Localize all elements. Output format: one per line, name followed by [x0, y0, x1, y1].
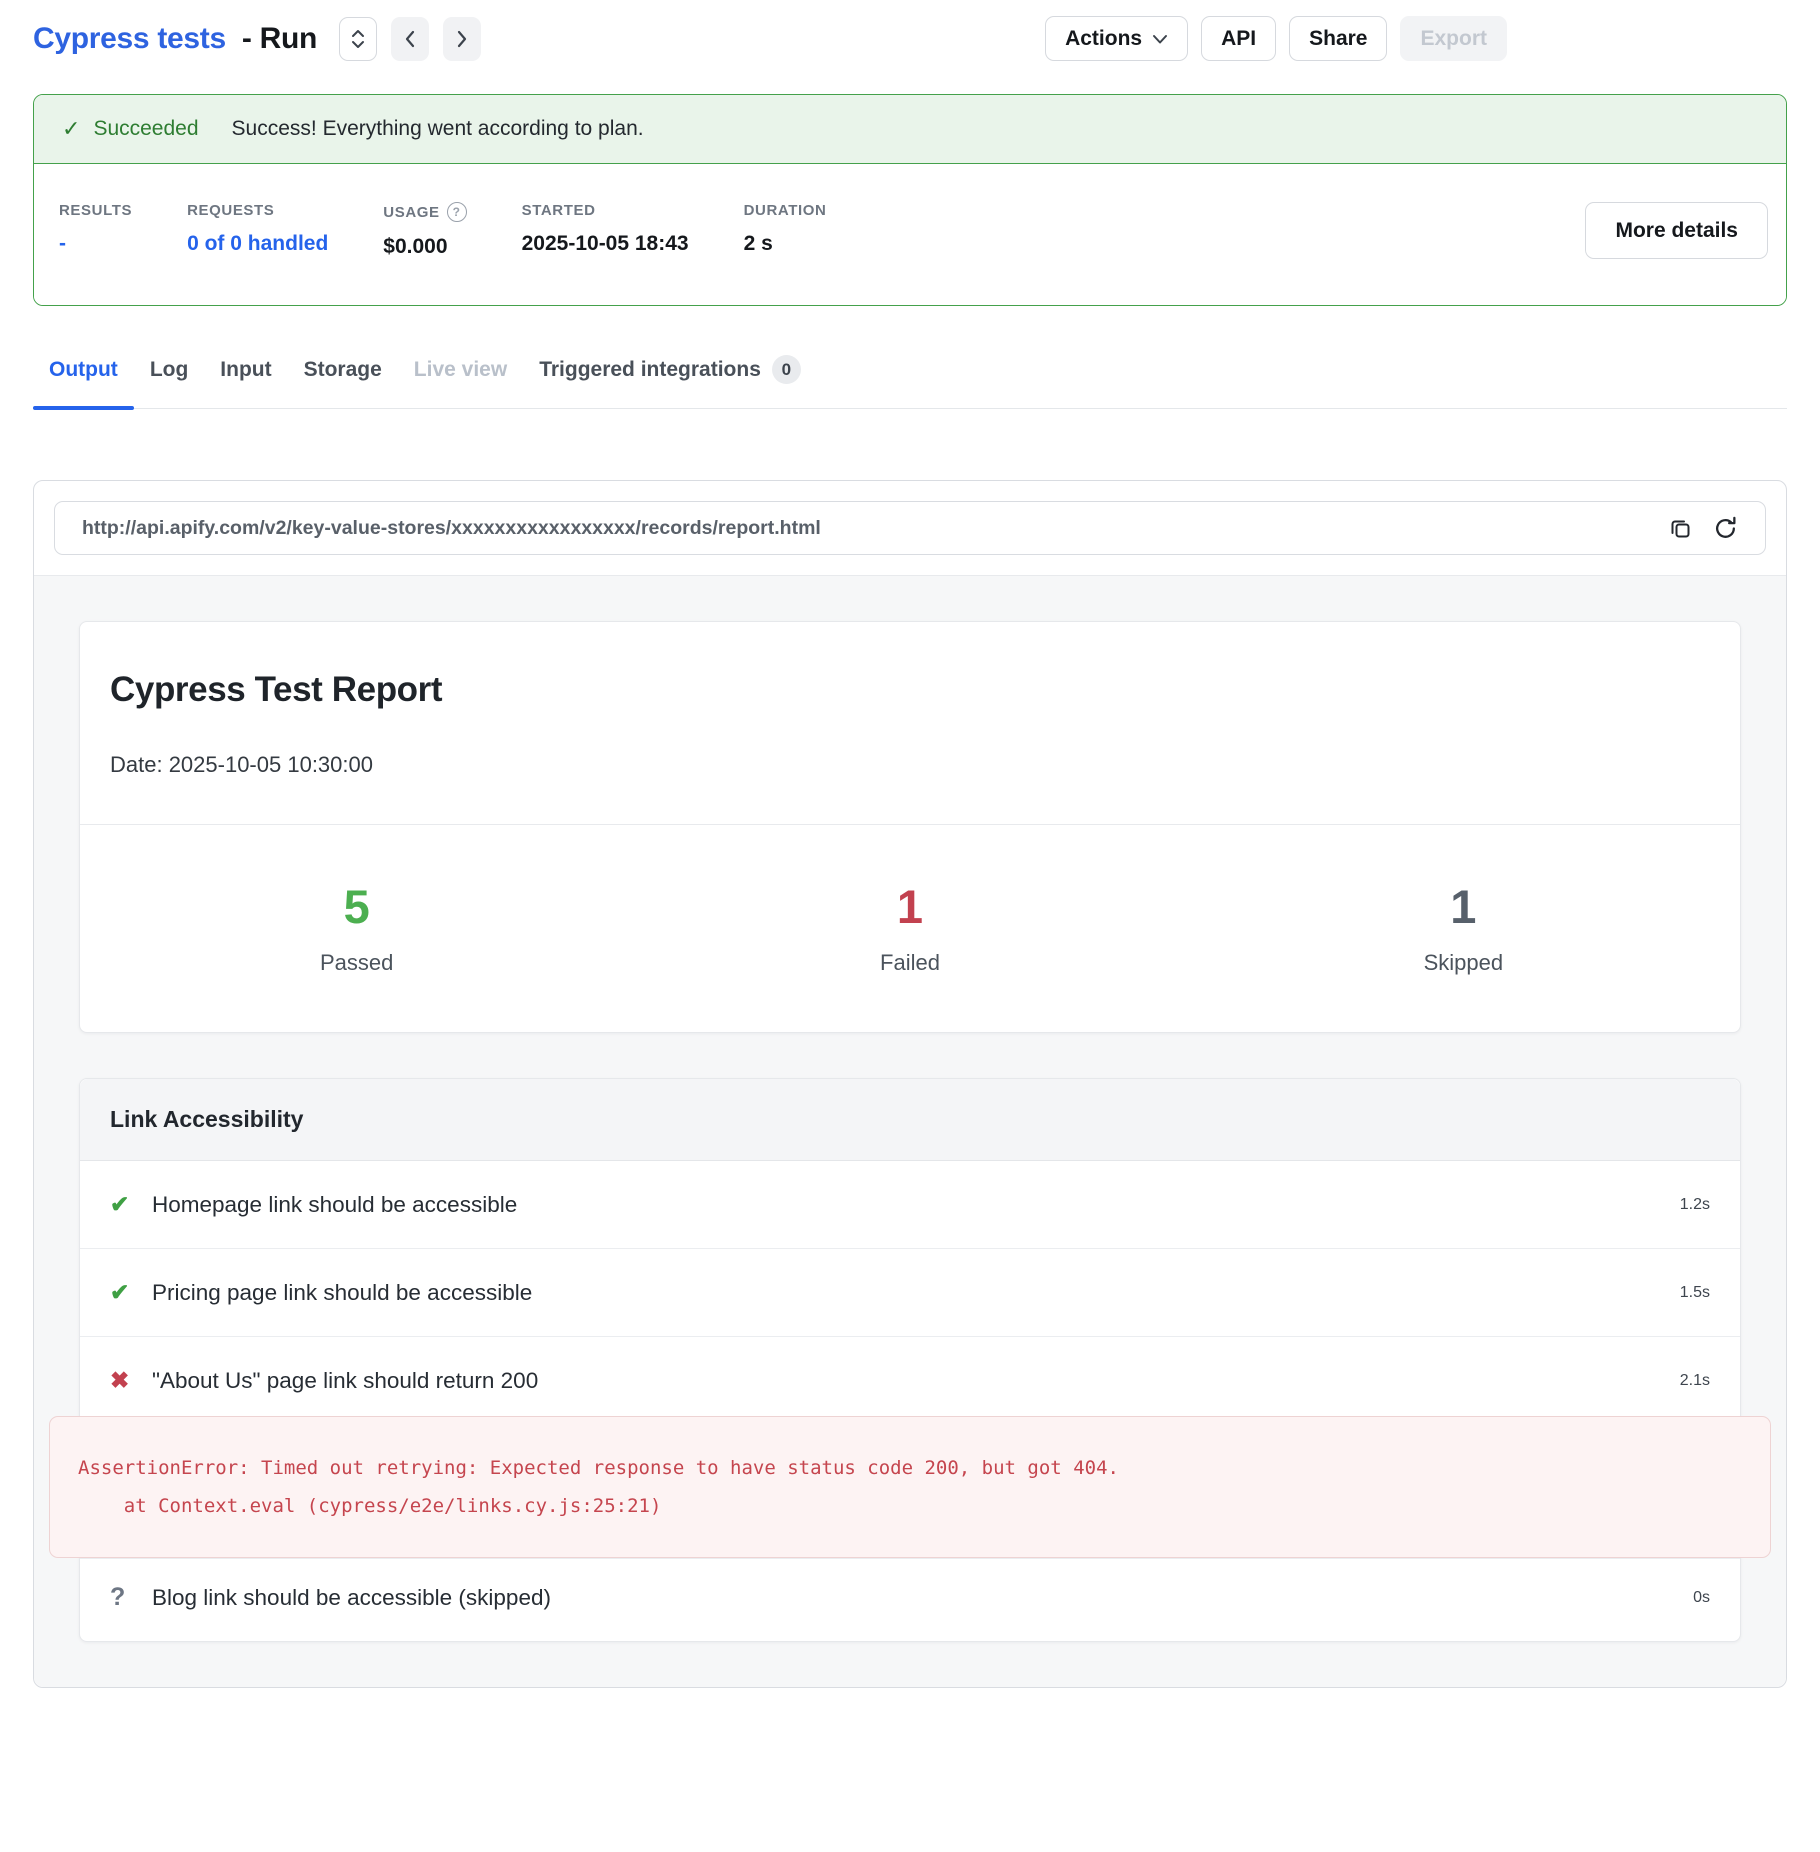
usage-info-icon[interactable]: ?	[447, 202, 467, 222]
assertion-error-box: AssertionError: Timed out retrying: Expe…	[49, 1416, 1771, 1558]
refresh-icon[interactable]	[1712, 515, 1738, 541]
stat-started: STARTED 2025-10-05 18:43	[522, 202, 689, 256]
tab-label: Triggered integrations	[539, 358, 761, 382]
summary-failed: 1 Failed	[633, 879, 1186, 976]
error-line-1: AssertionError: Timed out retrying: Expe…	[78, 1449, 1742, 1487]
run-stats-row: RESULTS - REQUESTS 0 of 0 handled USAGE …	[34, 163, 1786, 305]
passed-label: Passed	[80, 950, 633, 976]
status-label: Succeeded	[93, 117, 198, 141]
stat-value[interactable]: -	[59, 232, 132, 256]
skipped-count: 1	[1187, 879, 1740, 934]
test-row-blog: ? Blog link should be accessible (skippe…	[80, 1558, 1740, 1641]
export-button[interactable]: Export	[1400, 16, 1507, 61]
report-iframe-area: Cypress Test Report Date: 2025-10-05 10:…	[34, 575, 1786, 1687]
summary-counters: 5 Passed 1 Failed 1 Skipped	[80, 824, 1740, 1032]
tab-input[interactable]: Input	[204, 353, 287, 408]
stat-value: 2025-10-05 18:43	[522, 232, 689, 256]
passed-check-icon: ✔	[110, 1191, 152, 1218]
failed-label: Failed	[633, 950, 1186, 976]
test-row-about-us: ✖ "About Us" page link should return 200…	[80, 1336, 1740, 1406]
test-duration: 0s	[1693, 1589, 1710, 1607]
tab-live-view: Live view	[398, 353, 523, 408]
test-row-homepage: ✔ Homepage link should be accessible 1.2…	[80, 1161, 1740, 1248]
previous-run-button[interactable]	[391, 17, 429, 61]
stat-label: STARTED	[522, 202, 689, 219]
stat-label: RESULTS	[59, 202, 132, 219]
run-status-box: ✓ Succeeded Success! Everything went acc…	[33, 94, 1787, 306]
page-title-suffix: - Run	[242, 22, 317, 55]
stat-value[interactable]: 0 of 0 handled	[187, 232, 328, 256]
url-actions	[1667, 515, 1738, 541]
success-banner: ✓ Succeeded Success! Everything went acc…	[34, 95, 1786, 163]
chevron-left-icon	[403, 29, 417, 49]
stat-usage: USAGE ? $0.000	[383, 202, 466, 259]
integrations-count-badge: 0	[772, 355, 801, 384]
failed-count: 1	[633, 879, 1186, 934]
chevron-right-icon	[455, 29, 469, 49]
run-navigation	[339, 17, 481, 61]
report-header: Cypress Test Report Date: 2025-10-05 10:…	[80, 622, 1740, 824]
chevron-down-icon	[1152, 27, 1168, 51]
stat-value: $0.000	[383, 235, 466, 259]
output-card: http://api.apify.com/v2/key-value-stores…	[33, 480, 1787, 1688]
stat-label: DURATION	[744, 202, 827, 219]
test-name: "About Us" page link should return 200	[152, 1368, 538, 1394]
test-duration: 1.2s	[1680, 1196, 1710, 1214]
suite-card: Link Accessibility ✔ Homepage link shoul…	[79, 1078, 1741, 1642]
summary-skipped: 1 Skipped	[1187, 879, 1740, 976]
passed-check-icon: ✔	[110, 1279, 152, 1306]
test-name: Homepage link should be accessible	[152, 1192, 517, 1218]
tab-log[interactable]: Log	[134, 353, 204, 408]
api-button[interactable]: API	[1201, 16, 1276, 61]
actor-title-link[interactable]: Cypress tests	[33, 22, 226, 55]
copy-icon[interactable]	[1667, 515, 1693, 541]
failed-x-icon: ✖	[110, 1367, 152, 1394]
tab-output[interactable]: Output	[33, 353, 134, 408]
top-header: Cypress tests - Run Actions	[33, 16, 1787, 61]
report-date: Date: 2025-10-05 10:30:00	[110, 752, 1710, 778]
test-duration: 2.1s	[1680, 1372, 1710, 1390]
stat-label-text: USAGE	[383, 204, 439, 221]
test-row-pricing: ✔ Pricing page link should be accessible…	[80, 1248, 1740, 1336]
record-url-bar: http://api.apify.com/v2/key-value-stores…	[54, 501, 1766, 555]
status-succeeded: ✓ Succeeded	[62, 116, 199, 142]
status-message: Success! Everything went according to pl…	[232, 117, 644, 141]
actions-button[interactable]: Actions	[1045, 16, 1188, 61]
stat-results: RESULTS -	[59, 202, 132, 256]
run-selector-button[interactable]	[339, 17, 377, 61]
skipped-label: Skipped	[1187, 950, 1740, 976]
test-name: Pricing page link should be accessible	[152, 1280, 532, 1306]
error-line-2: at Context.eval (cypress/e2e/links.cy.js…	[78, 1487, 1742, 1525]
stat-requests: REQUESTS 0 of 0 handled	[187, 202, 328, 256]
stat-label: REQUESTS	[187, 202, 328, 219]
check-icon: ✓	[62, 116, 80, 142]
actions-button-label: Actions	[1065, 27, 1142, 51]
stat-value: 2 s	[744, 232, 827, 256]
skipped-question-icon: ?	[110, 1583, 152, 1612]
page-title: Cypress tests - Run	[33, 22, 317, 56]
test-duration: 1.5s	[1680, 1284, 1710, 1302]
tab-triggered-integrations[interactable]: Triggered integrations 0	[523, 353, 817, 408]
header-actions: Actions API Share Export	[1045, 16, 1507, 61]
page: Cypress tests - Run Actions	[0, 0, 1820, 1688]
report-title: Cypress Test Report	[110, 670, 1710, 710]
stat-duration: DURATION 2 s	[744, 202, 827, 256]
record-url[interactable]: http://api.apify.com/v2/key-value-stores…	[82, 517, 821, 540]
chevron-up-down-icon	[350, 28, 366, 50]
passed-count: 5	[80, 879, 633, 934]
suite-title: Link Accessibility	[80, 1079, 1740, 1161]
run-tabs: Output Log Input Storage Live view Trigg…	[33, 353, 1787, 409]
test-name: Blog link should be accessible (skipped)	[152, 1585, 551, 1611]
record-url-row: http://api.apify.com/v2/key-value-stores…	[34, 481, 1786, 575]
summary-passed: 5 Passed	[80, 879, 633, 976]
report-summary-card: Cypress Test Report Date: 2025-10-05 10:…	[79, 621, 1741, 1033]
share-button[interactable]: Share	[1289, 16, 1387, 61]
next-run-button[interactable]	[443, 17, 481, 61]
stat-label: USAGE ?	[383, 202, 466, 222]
tab-storage[interactable]: Storage	[288, 353, 398, 408]
more-details-button[interactable]: More details	[1585, 202, 1768, 259]
